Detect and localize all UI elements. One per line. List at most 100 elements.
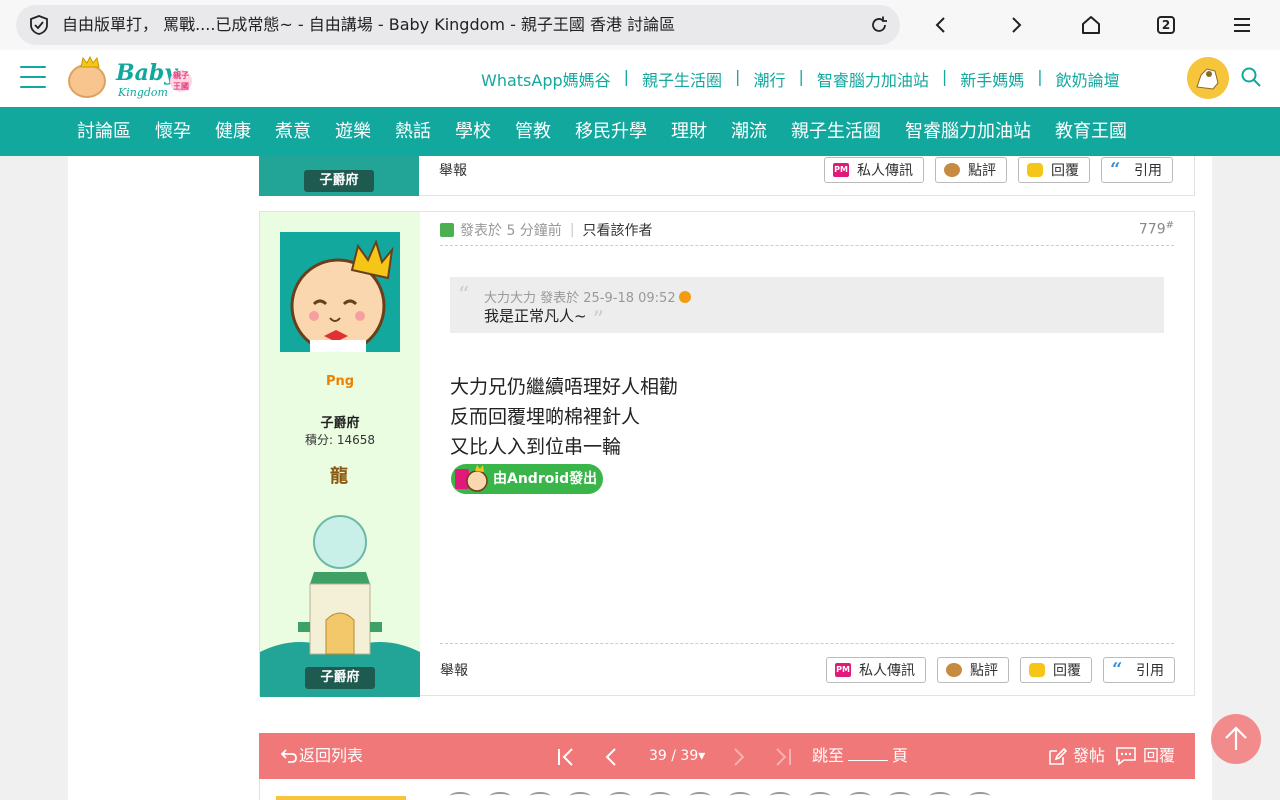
last-page-icon[interactable] bbox=[772, 746, 794, 768]
rank-plaque: 子爵府 bbox=[305, 667, 375, 689]
nav-item-forum[interactable]: 討論區 bbox=[77, 107, 131, 156]
emoticon-icon[interactable] bbox=[810, 792, 830, 800]
address-bar[interactable]: 自由版單打， 罵戰....已成常態~ - 自由講場 - Baby Kingdom… bbox=[16, 5, 900, 45]
new-post-button[interactable]: 發帖 bbox=[1047, 733, 1105, 779]
pm-button[interactable]: PM 私人傳訊 bbox=[826, 657, 926, 683]
online-status-icon bbox=[440, 223, 454, 237]
author-username[interactable]: Png bbox=[260, 374, 420, 389]
pm-button[interactable]: PM 私人傳訊 bbox=[824, 157, 924, 183]
search-icon[interactable] bbox=[1240, 66, 1262, 88]
page-title[interactable]: 自由版單打， 罵戰....已成常態~ - 自由講場 - Baby Kingdom… bbox=[62, 5, 675, 45]
rate-label: 點評 bbox=[968, 163, 996, 179]
emoticon-icon[interactable] bbox=[570, 792, 590, 800]
author-avatar[interactable] bbox=[280, 232, 400, 352]
report-link[interactable]: 舉報 bbox=[439, 160, 467, 180]
nav-item-finance[interactable]: 理財 bbox=[671, 107, 707, 156]
pagination-bar: 返回列表 39 / 39▾ 跳至頁 發帖 回覆 bbox=[259, 733, 1195, 779]
emoticon-icon[interactable] bbox=[650, 792, 670, 800]
action-buttons: PM 私人傳訊 點評 回覆 “ 引用 bbox=[815, 657, 1175, 683]
emoticon-icon[interactable] bbox=[450, 792, 470, 800]
quote-button[interactable]: “ 引用 bbox=[1101, 157, 1173, 183]
author-rank: 子爵府 bbox=[320, 416, 360, 431]
post-line: 又比人入到位串一輪 bbox=[450, 436, 622, 458]
top-link-milk-forum[interactable]: 飲奶論壇 bbox=[1056, 67, 1120, 91]
back-to-top-button[interactable] bbox=[1211, 714, 1261, 764]
nav-item-trends[interactable]: 潮流 bbox=[731, 107, 767, 156]
hamburger-menu-icon[interactable] bbox=[20, 66, 46, 88]
emoticon-icon[interactable] bbox=[690, 792, 710, 800]
rate-button[interactable]: 點評 bbox=[935, 157, 1007, 183]
top-link-new-mums[interactable]: 新手媽媽 bbox=[960, 67, 1024, 91]
next-page-icon[interactable] bbox=[727, 746, 749, 768]
menu-icon[interactable] bbox=[1230, 13, 1254, 37]
rate-button[interactable]: 點評 bbox=[937, 657, 1009, 683]
back-to-list-button[interactable]: 返回列表 bbox=[279, 733, 363, 779]
floor-number[interactable]: 779# bbox=[1139, 220, 1174, 238]
link-separator: | bbox=[1037, 67, 1043, 86]
emoticon-icon[interactable] bbox=[890, 792, 910, 800]
emoticon-icon[interactable] bbox=[770, 792, 790, 800]
prev-post-rank-building: 子爵府 bbox=[259, 156, 419, 196]
top-link-trend[interactable]: 潮行 bbox=[753, 67, 785, 91]
reply-label: 回覆 bbox=[1053, 663, 1081, 679]
site-logo[interactable]: Baby Kingdom 親子王國 bbox=[66, 56, 196, 102]
return-arrow-icon bbox=[280, 749, 297, 763]
emoticon-icon[interactable] bbox=[970, 792, 990, 800]
nav-item-immigration[interactable]: 移民升學 bbox=[575, 107, 647, 156]
nav-item-brain-station[interactable]: 智睿腦力加油站 bbox=[905, 107, 1031, 156]
nav-item-pregnancy[interactable]: 懷孕 bbox=[155, 107, 191, 156]
tracking-protection-icon[interactable] bbox=[28, 14, 50, 36]
first-page-icon[interactable] bbox=[555, 746, 577, 768]
coffee-icon bbox=[944, 163, 960, 177]
nav-item-hot-topics[interactable]: 熱話 bbox=[395, 107, 431, 156]
back-icon[interactable] bbox=[929, 13, 953, 37]
tab-count: 2 bbox=[1157, 16, 1175, 34]
nav-item-school[interactable]: 學校 bbox=[455, 107, 491, 156]
emoticon-icon[interactable] bbox=[530, 792, 550, 800]
tabs-button[interactable]: 2 bbox=[1154, 13, 1178, 37]
user-avatar[interactable] bbox=[1187, 57, 1229, 99]
editor-avatar-strip bbox=[276, 796, 406, 800]
nav-item-health[interactable]: 健康 bbox=[215, 107, 251, 156]
forward-icon[interactable] bbox=[1004, 13, 1028, 37]
reply-thread-button[interactable]: 回覆 bbox=[1115, 733, 1175, 779]
coffee-icon bbox=[946, 663, 962, 677]
close-quote-icon: ” bbox=[592, 308, 604, 333]
emoticon-icon[interactable] bbox=[490, 792, 510, 800]
reload-icon[interactable] bbox=[868, 14, 890, 36]
jump-to-page[interactable]: 跳至頁 bbox=[812, 733, 908, 779]
prev-rank-plaque: 子爵府 bbox=[304, 170, 374, 192]
emoticon-icon[interactable] bbox=[930, 792, 950, 800]
nav-item-education[interactable]: 教育王國 bbox=[1055, 107, 1127, 156]
top-link-whatsapp[interactable]: WhatsApp媽媽谷 bbox=[481, 67, 611, 91]
speech-bubble-icon bbox=[1029, 663, 1045, 677]
home-icon[interactable] bbox=[1079, 13, 1103, 37]
previous-page-icon[interactable] bbox=[601, 746, 623, 768]
page-selector[interactable]: 39 / 39▾ bbox=[649, 733, 705, 779]
dragon-medal-icon[interactable]: 龍 bbox=[326, 462, 352, 488]
reply-editor-preview bbox=[259, 779, 1195, 800]
emoticon-icon[interactable] bbox=[730, 792, 750, 800]
reply-button[interactable]: 回覆 bbox=[1018, 157, 1090, 183]
quote-button[interactable]: “ 引用 bbox=[1103, 657, 1175, 683]
report-link[interactable]: 舉報 bbox=[440, 660, 468, 680]
top-link-family-life[interactable]: 親子生活圈 bbox=[642, 67, 722, 91]
quote-label: 引用 bbox=[1136, 663, 1164, 679]
nav-item-parenting[interactable]: 管教 bbox=[515, 107, 551, 156]
android-badge[interactable]: 由Android發出 bbox=[451, 464, 603, 494]
reply-button[interactable]: 回覆 bbox=[1020, 657, 1092, 683]
author-only-link[interactable]: 只看該作者 bbox=[583, 220, 653, 240]
top-link-brain-station[interactable]: 智睿腦力加油站 bbox=[817, 67, 929, 91]
nav-item-family-life[interactable]: 親子生活圈 bbox=[791, 107, 881, 156]
reply-label: 回覆 bbox=[1051, 163, 1079, 179]
nav-item-cooking[interactable]: 煮意 bbox=[275, 107, 311, 156]
action-buttons: PM 私人傳訊 點評 回覆 “ 引用 bbox=[813, 157, 1173, 183]
go-to-quoted-icon[interactable] bbox=[678, 291, 691, 303]
post-body: 大力兄仍繼續唔理好人相勸 反而回覆埋啲棉裡針人 又比人入到位串一輪 bbox=[450, 372, 678, 462]
nav-item-leisure[interactable]: 遊樂 bbox=[335, 107, 371, 156]
page-number-input[interactable] bbox=[848, 747, 889, 761]
emoticon-icon[interactable] bbox=[850, 792, 870, 800]
logo-baby-face-icon bbox=[68, 64, 106, 98]
emoticon-icon[interactable] bbox=[610, 792, 630, 800]
quote-text: 我是正常凡人~” bbox=[484, 307, 604, 333]
